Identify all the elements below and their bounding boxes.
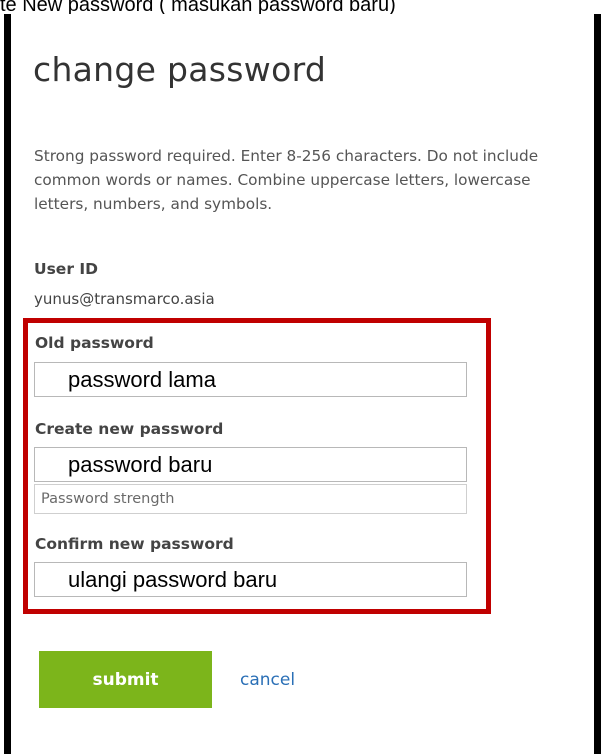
submit-button[interactable]: submit (39, 651, 212, 708)
new-password-input[interactable] (34, 447, 467, 482)
page-title: change password (33, 50, 327, 89)
old-password-input[interactable] (34, 362, 467, 397)
user-id-value: yunus@transmarco.asia (34, 290, 215, 308)
new-password-label: Create new password (35, 420, 224, 438)
cancel-link[interactable]: cancel (240, 670, 295, 690)
password-strength-meter: Password strength (34, 484, 467, 514)
password-requirements-text: Strong password required. Enter 8-256 ch… (34, 147, 539, 213)
confirm-password-label: Confirm new password (35, 535, 234, 553)
user-id-label: User ID (34, 260, 98, 278)
old-password-label: Old password (35, 334, 154, 352)
confirm-password-input[interactable] (34, 562, 467, 597)
